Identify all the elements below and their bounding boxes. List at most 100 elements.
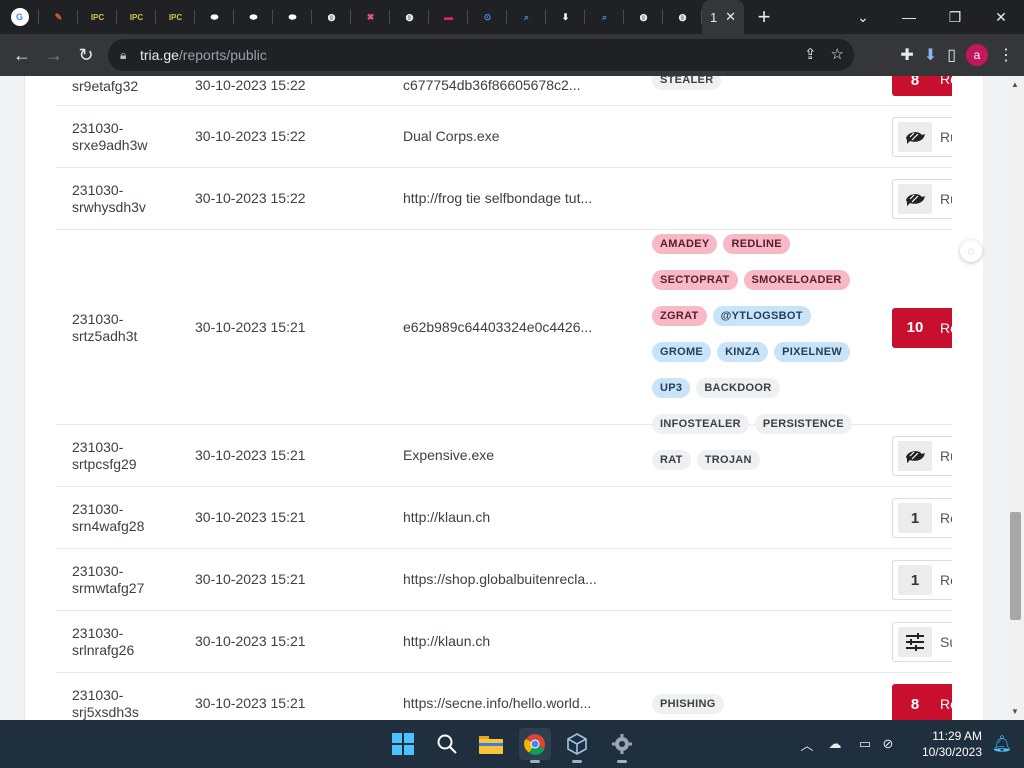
score-badge[interactable]: Ru xyxy=(892,436,952,476)
browser-tab[interactable]: IPC xyxy=(117,0,156,34)
report-id[interactable]: 231030- srn4wafg28 xyxy=(72,501,144,535)
report-row[interactable]: 231030- srwhysdh3v 30-10-2023 15:22 http:/… xyxy=(56,168,952,230)
tag-badge[interactable]: STEALER xyxy=(652,76,722,90)
scrollbar-thumb[interactable] xyxy=(1010,512,1021,620)
report-target[interactable]: https://shop.globalbuitenrecla... xyxy=(403,571,597,587)
chevron-up-icon[interactable]: ︿ xyxy=(796,735,818,754)
browser-tab[interactable]: ✎ xyxy=(39,0,78,34)
menu-kebab-icon[interactable]: ⋮ xyxy=(998,45,1014,65)
tag-badge[interactable]: BACKDOOR xyxy=(696,377,780,398)
browser-tab[interactable]: ⬇ xyxy=(546,0,585,34)
report-target[interactable]: http://klaun.ch xyxy=(403,633,490,649)
network-icon[interactable]: ⊘ xyxy=(878,736,898,752)
report-id[interactable]: 231030- srxe9adh3w xyxy=(72,120,148,154)
report-row[interactable]: 231030- srtpcsfg29 30-10-2023 15:21 Expens… xyxy=(56,425,952,487)
bookmark-star-icon[interactable]: ☆ xyxy=(831,45,844,63)
browser-tab[interactable]: IPC xyxy=(78,0,117,34)
close-tab-icon[interactable]: ✕ xyxy=(725,9,736,25)
report-target[interactable]: http://frog tie selfbondage tut... xyxy=(403,190,592,206)
tag-badge[interactable]: PHISHING xyxy=(652,694,724,714)
report-row[interactable]: 231030- srlnrafg26 30-10-2023 15:21 http:/… xyxy=(56,611,952,673)
file-explorer-icon[interactable] xyxy=(475,728,507,760)
browser-tab[interactable]: G xyxy=(0,0,39,34)
score-badge[interactable]: 8 Re xyxy=(892,76,952,96)
tab-search-icon[interactable]: ⌄ xyxy=(840,0,886,34)
tag-badge[interactable]: ZGRAT xyxy=(652,305,707,326)
browser-tab[interactable]: ◍ xyxy=(663,0,702,34)
report-row[interactable]: 231030- srj5xsdh3s 30-10-2023 15:21 https:… xyxy=(56,673,952,720)
score-badge[interactable]: Su xyxy=(892,622,952,662)
browser-tab[interactable]: ⌕ xyxy=(585,0,624,34)
score-badge[interactable]: 8 Re xyxy=(892,684,952,720)
score-badge[interactable]: Ru xyxy=(892,179,952,219)
report-target[interactable]: e62b989c64403324e0c4426... xyxy=(403,319,592,335)
back-button[interactable]: ← xyxy=(6,39,38,71)
browser-tab[interactable]: ⬬ xyxy=(195,0,234,34)
onedrive-icon[interactable]: ☁ xyxy=(818,736,852,752)
side-panel-icon[interactable]: ▯ xyxy=(947,45,956,65)
forward-button[interactable]: → xyxy=(38,39,70,71)
report-row[interactable]: 231030- srxe9adh3w 30-10-2023 15:22 Dual C… xyxy=(56,106,952,168)
report-id[interactable]: sr9etafg32 xyxy=(72,78,138,95)
tag-badge[interactable]: @YTLOGSBOT xyxy=(712,305,811,326)
scroll-down-icon[interactable]: ▼ xyxy=(1011,707,1019,716)
report-id[interactable]: 231030- srlnrafg26 xyxy=(72,625,134,659)
report-id[interactable]: 231030- srj5xsdh3s xyxy=(72,687,139,720)
tag-badge[interactable]: REDLINE xyxy=(723,233,790,254)
tag-badge[interactable]: SMOKELOADER xyxy=(743,269,850,290)
tag-badge[interactable]: AMADEY xyxy=(652,233,718,254)
active-tab[interactable]: 1 ✕ xyxy=(702,0,744,34)
close-window-button[interactable]: ✕ xyxy=(978,0,1024,34)
browser-tab[interactable]: ◍ xyxy=(624,0,663,34)
clock[interactable]: 11:29 AM 10/30/2023 xyxy=(922,728,982,760)
reload-button[interactable]: ↻ xyxy=(70,39,102,71)
browser-tab[interactable]: ✖ xyxy=(351,0,390,34)
chrome-icon[interactable] xyxy=(519,728,551,763)
tag-badge[interactable]: KINZA xyxy=(717,341,769,362)
browser-tab[interactable]: ⬬ xyxy=(273,0,312,34)
virtualbox-icon[interactable] xyxy=(561,728,593,763)
browser-tab[interactable]: ◍ xyxy=(312,0,351,34)
browser-tab[interactable]: ⌕ xyxy=(507,0,546,34)
extensions-icon[interactable]: ✚ xyxy=(900,45,913,65)
report-row[interactable]: 231030- srmwtafg27 30-10-2023 15:21 https:… xyxy=(56,549,952,611)
notification-bell-icon[interactable]: 🔔︎ xyxy=(992,734,1012,754)
settings-icon[interactable] xyxy=(606,728,638,763)
windows-start-icon[interactable] xyxy=(387,728,419,760)
report-row[interactable]: sr9etafg32 30-10-2023 15:22 c677754db36f86… xyxy=(56,76,952,106)
scroll-up-icon[interactable]: ▲ xyxy=(1011,80,1019,89)
report-target[interactable]: Expensive.exe xyxy=(403,447,494,463)
tag-badge[interactable]: UP3 xyxy=(652,377,691,398)
report-target[interactable]: c677754db36f86605678c2... xyxy=(403,77,581,93)
report-id[interactable]: 231030- srmwtafg27 xyxy=(72,563,144,597)
score-badge[interactable]: 1 Re xyxy=(892,560,952,600)
report-target[interactable]: https://secne.info/hello.world... xyxy=(403,695,591,711)
browser-tab[interactable]: ◍ xyxy=(390,0,429,34)
search-icon[interactable] xyxy=(431,728,463,760)
tag-badge[interactable]: GROME xyxy=(652,341,712,362)
new-tab-button[interactable]: + xyxy=(744,0,784,34)
restore-button[interactable]: ❐ xyxy=(932,0,978,34)
report-row[interactable]: 231030- srn4wafg28 30-10-2023 15:21 http:/… xyxy=(56,487,952,549)
score-badge[interactable]: 10 Re xyxy=(892,307,952,348)
score-badge[interactable]: Ru xyxy=(892,117,952,157)
minimize-button[interactable]: — xyxy=(886,0,932,34)
browser-tab[interactable]: ⬬ xyxy=(234,0,273,34)
download-extension-icon[interactable]: ⬇ xyxy=(924,45,937,65)
browser-tab[interactable]: IPC xyxy=(156,0,195,34)
score-badge[interactable]: 1 Re xyxy=(892,498,952,538)
browser-tab[interactable]: ▬ xyxy=(429,0,468,34)
report-id[interactable]: 231030- srwhysdh3v xyxy=(72,182,146,216)
report-id[interactable]: 231030- srtz5adh3t xyxy=(72,311,137,345)
display-icon[interactable]: ▭ xyxy=(852,736,878,752)
page-scrollbar[interactable]: ▲ ▼ xyxy=(1007,76,1024,720)
report-target[interactable]: Dual Corps.exe xyxy=(403,128,500,144)
profile-avatar[interactable]: a xyxy=(966,44,988,66)
browser-tab[interactable]: ⊙ xyxy=(468,0,507,34)
report-id[interactable]: 231030- srtpcsfg29 xyxy=(72,439,137,473)
report-target[interactable]: http://klaun.ch xyxy=(403,509,490,525)
share-icon[interactable]: ⇪ xyxy=(804,45,817,63)
tag-badge[interactable]: PIXELNEW xyxy=(774,341,851,362)
address-bar[interactable]: 🔒︎ tria.ge/reports/public ⇪ ☆ xyxy=(108,39,854,71)
tag-badge[interactable]: SECTOPRAT xyxy=(652,269,738,290)
